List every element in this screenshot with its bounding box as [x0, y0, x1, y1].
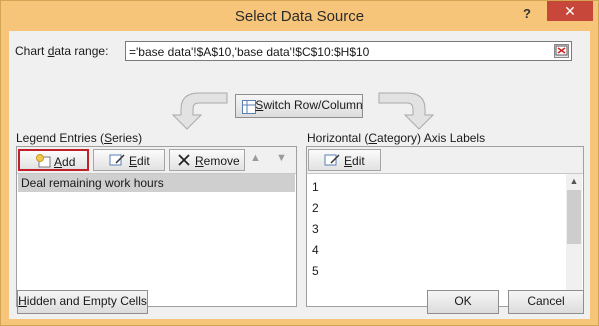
edit-series-button[interactable]: Edit	[93, 149, 165, 171]
legend-series-item[interactable]: Deal remaining work hours	[18, 174, 295, 192]
chart-data-range-input[interactable]: ='base data'!$A$10,'base data'!$C$10:$H$…	[125, 41, 572, 61]
cancel-button[interactable]: Cancel	[508, 290, 584, 314]
axis-labels-panel: Edit 1 2 3 4 5 ▲ ▼	[306, 146, 584, 307]
axis-toolbar: Edit	[307, 147, 583, 174]
dialog-body: Chart data range: ='base data'!$A$10,'ba…	[9, 31, 590, 319]
collapse-dialog-icon[interactable]	[554, 44, 569, 58]
add-series-button[interactable]: Add	[18, 149, 89, 171]
title-bar: Select Data Source ? ✕	[1, 1, 598, 31]
move-up-icon[interactable]: ▲	[250, 152, 261, 164]
edit-axis-labels-label: Edit	[344, 154, 365, 168]
switch-row-column-label: Switch Row/Column	[255, 98, 363, 112]
edit-axis-labels-button[interactable]: Edit	[308, 149, 381, 171]
edit-axis-labels-icon	[324, 154, 340, 166]
legend-toolbar: Add Edit Remove ▲ ▼	[17, 147, 296, 174]
axis-label-item[interactable]: 2	[312, 201, 319, 215]
close-button[interactable]: ✕	[547, 1, 593, 21]
dialog-window: Select Data Source ? ✕ Chart data range:…	[0, 0, 599, 326]
switch-row-column-button[interactable]: Switch Row/Column	[235, 94, 363, 118]
remove-series-icon	[178, 154, 190, 166]
axis-labels-scrollbar[interactable]: ▲ ▼	[566, 174, 582, 305]
switch-left-arrow-icon	[171, 92, 228, 130]
ok-button[interactable]: OK	[427, 290, 499, 314]
scroll-up-icon[interactable]: ▲	[566, 176, 582, 190]
axis-labels-title: Horizontal (Category) Axis Labels	[307, 131, 486, 145]
scrollbar-thumb[interactable]	[567, 190, 581, 244]
move-down-icon[interactable]: ▼	[276, 152, 287, 164]
chart-data-range-label: Chart data range:	[15, 44, 109, 58]
edit-series-icon	[109, 154, 125, 166]
edit-series-label: Edit	[129, 154, 150, 168]
add-series-icon	[36, 154, 51, 168]
axis-label-item[interactable]: 3	[312, 222, 319, 236]
axis-label-item[interactable]: 1	[312, 180, 319, 194]
switch-right-arrow-icon	[378, 92, 435, 130]
remove-series-label: Remove	[195, 154, 240, 168]
chart-data-range-value: ='base data'!$A$10,'base data'!$C$10:$H$…	[129, 45, 370, 59]
legend-entries-title: Legend Entries (Series)	[16, 131, 143, 145]
hidden-empty-cells-button[interactable]: Hidden and Empty Cells	[17, 290, 148, 314]
remove-series-button[interactable]: Remove	[169, 149, 245, 171]
switch-row-column-icon	[242, 100, 256, 114]
help-icon[interactable]: ?	[523, 6, 531, 21]
legend-entries-panel: Add Edit Remove ▲ ▼ Deal remaining work …	[16, 146, 297, 307]
dialog-title: Select Data Source	[234, 8, 365, 25]
hidden-empty-cells-label: Hidden and Empty Cells	[18, 294, 147, 308]
axis-label-item[interactable]: 4	[312, 243, 319, 257]
axis-label-item[interactable]: 5	[312, 264, 319, 278]
add-series-label: Add	[54, 155, 76, 169]
